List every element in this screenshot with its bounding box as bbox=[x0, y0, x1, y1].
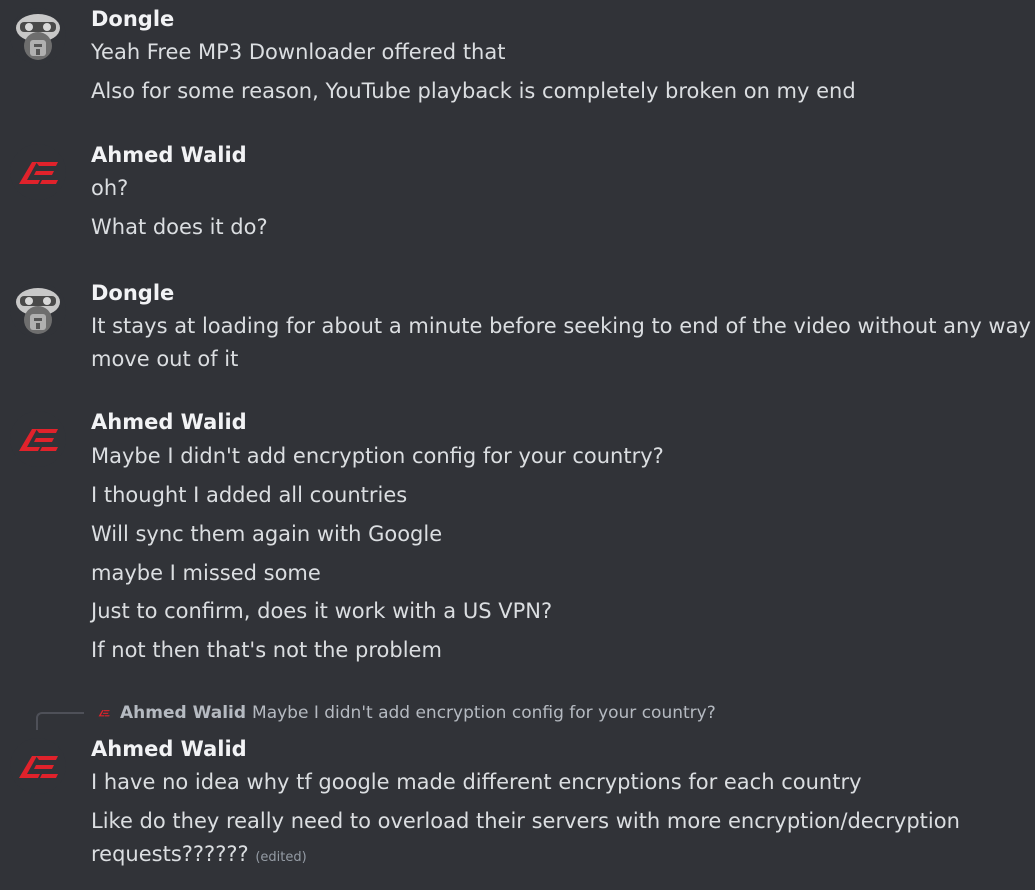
reply-author[interactable]: Ahmed Walid bbox=[120, 703, 246, 723]
message-text: Will sync them again with Google bbox=[91, 522, 443, 546]
robot-avatar[interactable] bbox=[10, 8, 66, 64]
edited-label: (edited) bbox=[255, 850, 307, 865]
message-text: It stays at loading for about a minute b… bbox=[91, 314, 1035, 338]
message-text: I thought I added all countries bbox=[91, 483, 408, 507]
reply-spine bbox=[36, 712, 84, 730]
message-text: If not then that's not the problem bbox=[91, 638, 442, 662]
message-text: I have no idea why tf google made differ… bbox=[91, 770, 862, 794]
reply-reference[interactable]: Ahmed Walid Maybe I didn't add encryptio… bbox=[96, 701, 716, 725]
author-name[interactable]: Ahmed Walid bbox=[91, 736, 247, 762]
message-text: requests?????? (edited) bbox=[91, 838, 307, 874]
author-name[interactable]: Ahmed Walid bbox=[91, 142, 247, 168]
message-text: maybe I missed some bbox=[91, 561, 321, 585]
robot-avatar[interactable] bbox=[10, 282, 66, 338]
reply-text[interactable]: Maybe I didn't add encryption config for… bbox=[252, 703, 716, 723]
ae-logo-avatar[interactable] bbox=[10, 411, 66, 467]
message-text-fragment: requests?????? bbox=[91, 842, 249, 866]
ae-logo-avatar[interactable] bbox=[10, 144, 66, 200]
author-name[interactable]: Dongle bbox=[91, 6, 174, 32]
message-text: Like do they really need to overload the… bbox=[91, 809, 960, 833]
author-name[interactable]: Dongle bbox=[91, 280, 174, 306]
ae-logo-icon bbox=[98, 710, 110, 717]
author-name[interactable]: Ahmed Walid bbox=[91, 409, 247, 435]
message-text: What does it do? bbox=[91, 215, 268, 239]
message-text: oh? bbox=[91, 176, 129, 200]
message-text: Maybe I didn't add encryption config for… bbox=[91, 444, 664, 468]
message-text: Also for some reason, YouTube playback i… bbox=[91, 79, 856, 103]
message-text: move out of it bbox=[91, 347, 239, 371]
message-text: Yeah Free MP3 Downloader offered that bbox=[91, 40, 506, 64]
message-text: Just to confirm, does it work with a US … bbox=[91, 599, 553, 623]
ae-logo-avatar[interactable] bbox=[10, 738, 66, 794]
